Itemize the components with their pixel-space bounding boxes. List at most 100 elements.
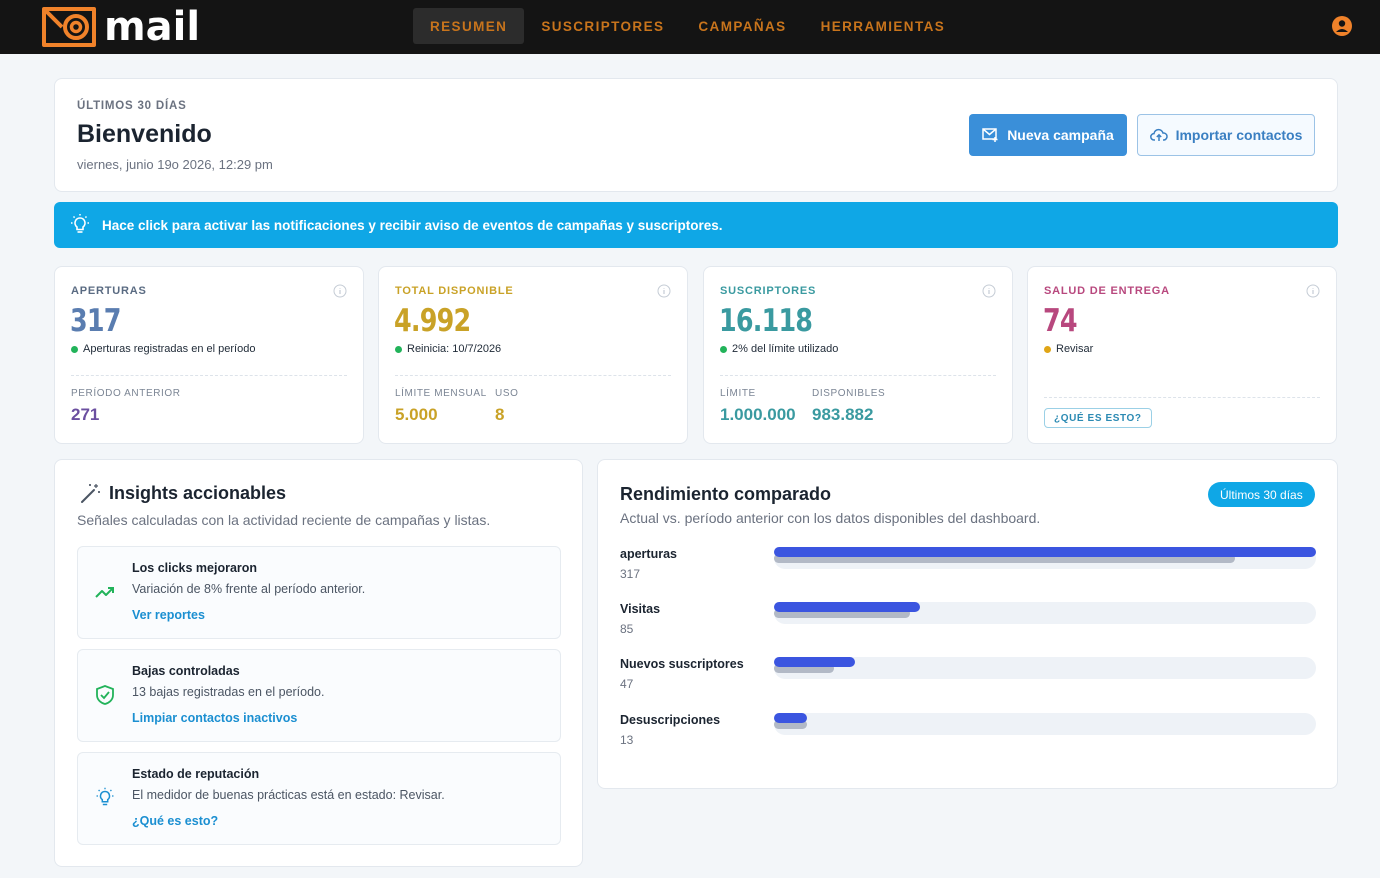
view-reports-link[interactable]: Ver reportes: [132, 608, 205, 622]
stat-label: APERTURAS: [71, 285, 147, 297]
stat-note-text: Revisar: [1056, 343, 1094, 355]
bar-track: [774, 602, 1316, 624]
metric-value: 317: [620, 567, 641, 581]
stat-note-text: 2% del límite utilizado: [732, 343, 839, 355]
mail-logo-icon: [42, 7, 96, 47]
bar-track: [774, 713, 1316, 735]
bar-track: [774, 547, 1316, 569]
lightbulb-icon: [71, 214, 89, 233]
alert-text: Hace click para activar las notificacion…: [102, 217, 723, 233]
current-period-bar: [774, 713, 807, 723]
stat-card-total-disponible: TOTAL DISPONIBLE 4.992 Reinicia: 10/7/20…: [378, 266, 688, 444]
current-date: viernes, junio 19o 2026, 12:29 pm: [77, 157, 273, 172]
stat-sub-value-2: 8: [495, 405, 505, 424]
stat-sub-label: LÍMITE MENSUAL: [395, 388, 487, 399]
performance-subtitle: Actual vs. período anterior con los dato…: [620, 510, 1041, 526]
stat-label: SUSCRIPTORES: [720, 285, 817, 297]
import-contacts-label: Importar contactos: [1175, 127, 1303, 143]
metric-value: 13: [620, 733, 634, 747]
notifications-alert[interactable]: Hace click para activar las notificacion…: [54, 202, 1338, 248]
main-nav: RESUMEN SUSCRIPTORES CAMPAÑAS HERRAMIENT…: [413, 8, 962, 44]
stat-sub-value: 1.000.000: [720, 405, 796, 424]
info-icon[interactable]: [657, 284, 671, 298]
insight-title: Bajas controladas: [132, 664, 240, 678]
nav-tab-resumen[interactable]: RESUMEN: [413, 8, 525, 44]
user-account-icon[interactable]: [1331, 15, 1353, 37]
status-dot: [1044, 345, 1051, 353]
metric-value: 47: [620, 677, 634, 691]
stat-value: 317: [70, 303, 121, 339]
performance-row: Desuscripciones 13: [620, 713, 1316, 758]
cloud-upload-icon: [1149, 128, 1168, 141]
insight-description: Variación de 8% frente al período anteri…: [132, 582, 366, 596]
stat-note-text: Reinicia: 10/7/2026: [407, 343, 502, 355]
lightbulb-icon: [96, 787, 114, 806]
stat-note: Aperturas registradas en el período: [71, 343, 255, 355]
app-logo[interactable]: mail: [40, 4, 200, 50]
info-icon[interactable]: [1306, 284, 1320, 298]
welcome-card: ÚLTIMOS 30 DÍAS Bienvenido viernes, juni…: [54, 78, 1338, 192]
clean-inactive-contacts-link[interactable]: Limpiar contactos inactivos: [132, 711, 297, 725]
stat-note: Reinicia: 10/7/2026: [395, 343, 501, 355]
stat-card-aperturas: APERTURAS 317 Aperturas registradas en e…: [54, 266, 364, 444]
insight-item: Los clicks mejoraron Variación de 8% fre…: [77, 546, 561, 639]
what-is-this-link[interactable]: ¿Qué es esto?: [132, 814, 218, 828]
divider: [720, 375, 996, 376]
status-dot: [720, 345, 727, 353]
insight-title: Estado de reputación: [132, 767, 260, 781]
insight-item: Bajas controladas 13 bajas registradas e…: [77, 649, 561, 742]
stat-sub-label: LÍMITE: [720, 388, 756, 399]
import-contacts-button[interactable]: Importar contactos: [1137, 114, 1315, 156]
performance-panel: Rendimiento comparado Actual vs. período…: [597, 459, 1338, 789]
status-dot: [395, 345, 402, 353]
top-navigation-bar: mail RESUMEN SUSCRIPTORES CAMPAÑAS HERRA…: [0, 0, 1380, 54]
current-period-bar: [774, 602, 921, 612]
stat-card-suscriptores: SUSCRIPTORES 16.118 2% del límite utiliz…: [703, 266, 1013, 444]
divider: [1044, 397, 1320, 398]
page-title: Bienvenido: [77, 120, 212, 148]
stat-sub-label-2: DISPONIBLES: [812, 388, 886, 399]
metric-label: Nuevos suscriptores: [620, 657, 744, 671]
nav-tab-suscriptores[interactable]: SUSCRIPTORES: [524, 8, 681, 44]
stat-card-salud-de-entrega: SALUD DE ENTREGA 74 Revisar ¿QUÉ ES ESTO…: [1027, 266, 1337, 444]
insight-item: Estado de reputación El medidor de buena…: [77, 752, 561, 845]
current-period-bar: [774, 657, 856, 667]
current-period-bar: [774, 547, 1316, 557]
new-campaign-label: Nueva campaña: [1007, 127, 1114, 143]
period-badge: Últimos 30 días: [1208, 482, 1315, 507]
stat-note-text: Aperturas registradas en el período: [83, 343, 256, 355]
what-is-this-button[interactable]: ¿QUÉ ES ESTO?: [1044, 408, 1152, 428]
stat-sub-value-2: 983.882: [812, 405, 874, 424]
stat-label: SALUD DE ENTREGA: [1044, 285, 1170, 297]
insights-title: Insights accionables: [109, 483, 287, 503]
metric-value: 85: [620, 622, 634, 636]
new-campaign-button[interactable]: Nueva campaña: [969, 114, 1127, 156]
stat-label: TOTAL DISPONIBLE: [395, 285, 514, 297]
metric-label: Desuscripciones: [620, 713, 721, 727]
mail-plus-icon: [982, 128, 998, 142]
performance-row: aperturas 317: [620, 547, 1316, 592]
info-icon[interactable]: [333, 284, 347, 298]
insights-panel: Insights accionables Señales calculadas …: [54, 459, 583, 867]
insight-title: Los clicks mejoraron: [132, 561, 258, 575]
stat-value: 16.118: [719, 303, 813, 339]
info-icon[interactable]: [982, 284, 996, 298]
trending-up-icon: [95, 587, 114, 598]
stat-sub-value: 5.000: [395, 405, 438, 424]
logo-text: mail: [104, 4, 201, 50]
performance-row: Visitas 85: [620, 602, 1316, 647]
insight-description: El medidor de buenas prácticas está en e…: [132, 788, 445, 802]
stat-note: 2% del límite utilizado: [720, 343, 838, 355]
nav-tab-herramientas[interactable]: HERRAMIENTAS: [804, 8, 963, 44]
stat-sub-label-2: USO: [495, 388, 519, 399]
divider: [71, 375, 347, 376]
stat-note: Revisar: [1044, 343, 1093, 355]
stat-value: 74: [1043, 303, 1078, 339]
shield-check-icon: [96, 685, 114, 705]
bar-track: [774, 657, 1316, 679]
metric-label: Visitas: [620, 602, 661, 616]
status-dot: [71, 345, 78, 353]
insights-subtitle: Señales calculadas con la actividad reci…: [77, 512, 491, 528]
performance-row: Nuevos suscriptores 47: [620, 657, 1316, 702]
nav-tab-campanas[interactable]: CAMPAÑAS: [681, 8, 803, 44]
